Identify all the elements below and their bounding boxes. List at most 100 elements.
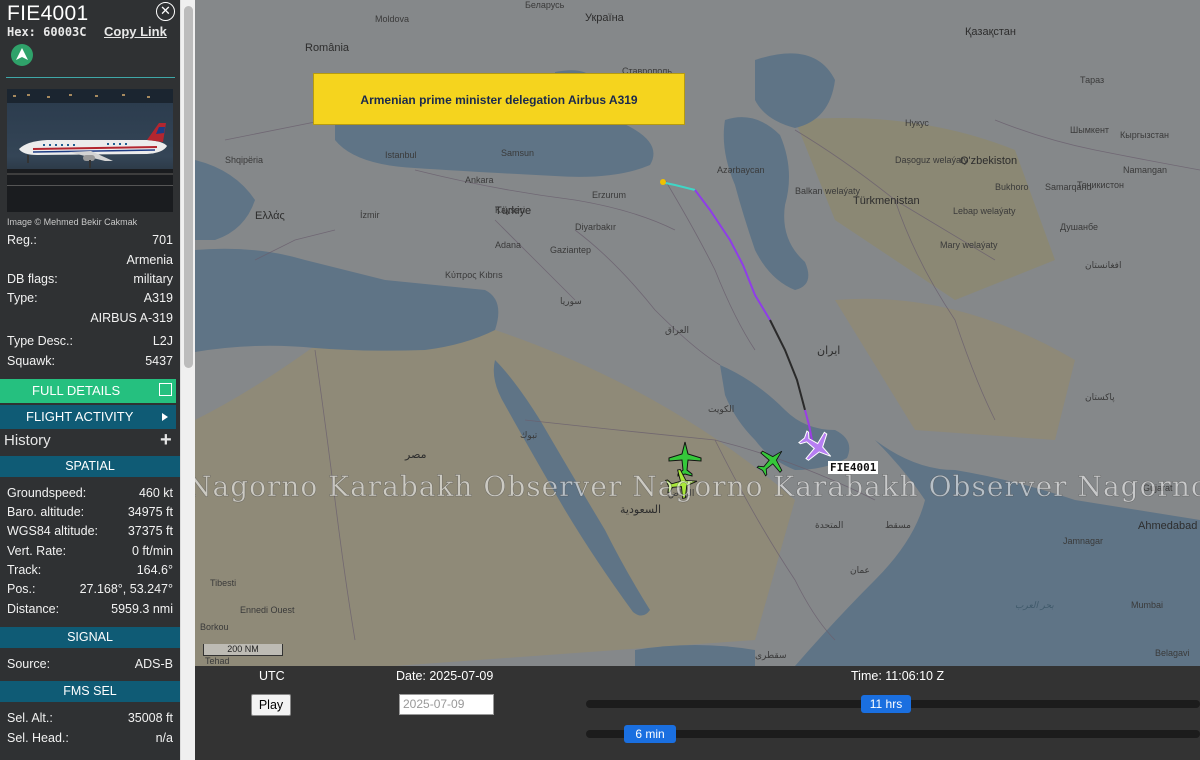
- field-type-desc: Type Desc.: L2J: [7, 334, 173, 353]
- map-label: Diyarbakır: [575, 222, 617, 232]
- hex-value: 60003C: [43, 25, 87, 39]
- full-details-label: FULL DETAILS: [32, 383, 121, 398]
- field-value: 35008 ft: [127, 711, 173, 725]
- map-view[interactable]: Moldova Україна România Беларусь Ставроп…: [195, 0, 1200, 666]
- map-label: Ελλάς: [255, 210, 285, 222]
- map-label: Нукус: [905, 118, 929, 128]
- watermark-text: Nagorno Karabakh Observer Nagorno Karaba…: [195, 470, 1200, 504]
- map-label: السعودية: [620, 504, 662, 516]
- map-label: Dașoguz welaýaty: [895, 155, 969, 165]
- flight-activity-label: FLIGHT ACTIVITY: [26, 409, 134, 424]
- map-label: Samsun: [501, 148, 535, 158]
- timezone-label: UTC: [259, 669, 285, 683]
- minutes-slider-track[interactable]: [586, 730, 1200, 738]
- field-reg: Reg.: 701: [7, 233, 173, 252]
- field-country: Armenia: [7, 253, 173, 272]
- callsign-title: FIE4001: [7, 2, 89, 25]
- map-label: Kayseri: [495, 205, 526, 215]
- play-button[interactable]: Play: [251, 694, 291, 716]
- field-key: Track:: [7, 563, 42, 577]
- field-db-flags: DB flags: military: [7, 272, 173, 291]
- divider: [6, 77, 175, 78]
- map-label: Душанбе: [1060, 222, 1099, 232]
- field-key: Pos.:: [7, 582, 36, 596]
- map-label: افغانستان: [1085, 260, 1122, 270]
- map-label: Belagavi: [1155, 648, 1190, 658]
- field-value: Armenia: [126, 253, 173, 267]
- hours-slider-handle[interactable]: 11 hrs: [861, 695, 911, 713]
- section-signal[interactable]: SIGNAL: [0, 627, 180, 648]
- history-label[interactable]: History: [4, 432, 51, 449]
- field-value: AIRBUS A-319: [90, 311, 173, 325]
- map-label: Ahmedabad: [1138, 520, 1198, 532]
- scrollbar-thumb[interactable]: [184, 6, 193, 368]
- field-value: n/a: [155, 731, 173, 745]
- external-link-icon: [159, 383, 172, 396]
- field-distance: Distance: 5959.3 nmi: [7, 602, 173, 621]
- map-label: Ennedi Ouest: [240, 605, 295, 615]
- map-label: المتحدة: [815, 520, 844, 530]
- map-label: Balkan welaýaty: [795, 186, 861, 196]
- field-type-name: AIRBUS A-319: [7, 311, 173, 330]
- sidebar-scrollbar[interactable]: [180, 0, 195, 760]
- full-details-button[interactable]: FULL DETAILS: [0, 379, 176, 403]
- map-label: سقطرى: [755, 650, 787, 660]
- map-label: Кыргызстан: [1120, 130, 1169, 140]
- map-label: Tehad: [205, 656, 230, 666]
- aircraft-photo[interactable]: [7, 89, 173, 212]
- section-fms-sel[interactable]: FMS SEL: [0, 681, 180, 702]
- map-label: România: [305, 42, 350, 54]
- section-spatial[interactable]: SPATIAL: [0, 456, 180, 477]
- field-value: A319: [143, 291, 173, 305]
- field-track: Track: 164.6°: [7, 563, 173, 582]
- map-label: Україна: [585, 12, 624, 24]
- flight-activity-button[interactable]: FLIGHT ACTIVITY: [0, 405, 176, 429]
- map-label: O'zbekiston: [960, 155, 1018, 167]
- map-label: مسقط: [885, 520, 911, 530]
- field-key: Squawk:: [7, 354, 55, 368]
- replay-controls: UTC Date: 2025-07-09 Time: 11:06:10 Z Pl…: [195, 666, 1200, 760]
- map-label: ایران: [817, 345, 841, 357]
- field-key: Reg.:: [7, 233, 37, 247]
- map-label: سوريا: [560, 296, 582, 306]
- field-vert-rate: Vert. Rate: 0 ft/min: [7, 544, 173, 563]
- map-label: Jamnagar: [1063, 536, 1104, 546]
- field-value: 0 ft/min: [132, 544, 173, 558]
- aircraft-info-panel: FIE4001 ✕ Hex: 60003C Copy Link Image © …: [0, 0, 180, 760]
- map-label: İzmir: [360, 210, 380, 220]
- map-label: العراق: [665, 325, 690, 335]
- close-icon[interactable]: ✕: [156, 2, 175, 21]
- selected-aircraft-icon[interactable]: [796, 426, 836, 466]
- map-label: Тараз: [1080, 75, 1105, 85]
- map-label: پاکستان: [1085, 392, 1115, 402]
- field-source: Source: ADS-B: [7, 657, 173, 676]
- field-type: Type: A319: [7, 291, 173, 310]
- copy-link[interactable]: Copy Link: [104, 24, 167, 39]
- field-key: WGS84 altitude:: [7, 524, 99, 538]
- hex-label: Hex:: [7, 25, 36, 39]
- field-value: 27.168°, 53.247°: [79, 582, 173, 596]
- map-label: Moldova: [375, 14, 410, 24]
- minutes-slider-handle[interactable]: 6 min: [624, 725, 676, 743]
- map-scale: 200 NM: [203, 644, 283, 656]
- field-key: Baro. altitude:: [7, 505, 85, 519]
- map-label: Azərbaycan: [717, 165, 765, 175]
- map-label: Istanbul: [385, 150, 417, 160]
- track-direction-icon[interactable]: [11, 44, 33, 66]
- map-label: Mumbai: [1131, 600, 1164, 610]
- field-value: 34975 ft: [127, 505, 173, 519]
- map-label: Bukhoro: [995, 182, 1029, 192]
- date-input[interactable]: 2025-07-09: [399, 694, 494, 715]
- field-baro-altitude: Baro. altitude: 34975 ft: [7, 505, 173, 524]
- field-value: 5437: [145, 354, 173, 368]
- map-label: بحر العرب: [1015, 600, 1054, 610]
- field-sel-alt: Sel. Alt.: 35008 ft: [7, 711, 173, 730]
- plus-icon[interactable]: +: [160, 429, 172, 452]
- map-label: Tibesti: [210, 578, 237, 588]
- map-label: Samarqand: [1045, 182, 1092, 192]
- map-label: Беларусь: [525, 0, 565, 10]
- field-value: L2J: [152, 334, 173, 348]
- field-key: Type:: [7, 291, 38, 305]
- chevron-right-icon: [162, 413, 168, 421]
- map-label: مصر: [405, 449, 427, 461]
